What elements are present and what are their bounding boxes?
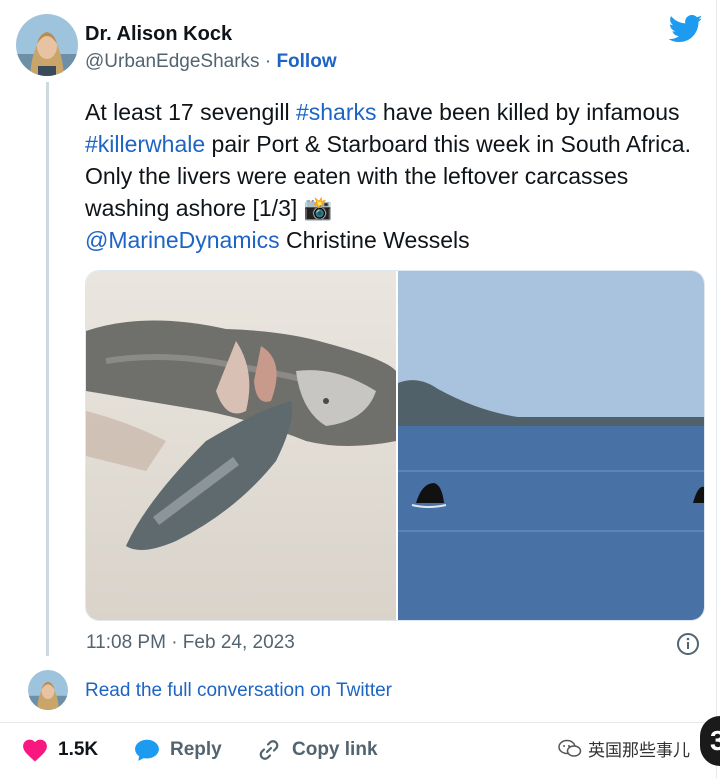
- heart-icon: [23, 739, 47, 762]
- copy-link-label: Copy link: [292, 739, 378, 760]
- info-icon[interactable]: [676, 632, 700, 656]
- copy-link-button[interactable]: Copy link: [256, 738, 378, 762]
- reply-bubble-icon: [135, 739, 159, 761]
- reply-label: Reply: [170, 739, 222, 760]
- hashtag-link[interactable]: #sharks: [296, 99, 377, 125]
- reader-avatar[interactable]: [28, 670, 68, 710]
- twitter-bird-icon[interactable]: [669, 14, 703, 44]
- like-count: 1.5K: [58, 739, 99, 760]
- reply-button[interactable]: Reply: [134, 738, 222, 762]
- tweet-media[interactable]: [85, 270, 705, 621]
- author-name[interactable]: Dr. Alison Kock: [85, 23, 232, 46]
- watermark-text: 英国那些事儿: [588, 741, 690, 760]
- tweet-text-part: Christine Wessels: [279, 227, 470, 253]
- hashtag-link[interactable]: #killerwhale: [85, 131, 205, 157]
- wechat-icon: [558, 739, 582, 757]
- divider: [0, 722, 716, 723]
- author-handle-row: @UrbanEdgeSharks · Follow: [85, 51, 337, 73]
- tweet-text-part: At least 17 sevengill: [85, 99, 296, 125]
- mention-link[interactable]: @MarineDynamics: [85, 227, 280, 253]
- read-conversation-link[interactable]: Read the full conversation on Twitter: [85, 680, 392, 702]
- orca-sea-photo[interactable]: [398, 271, 704, 620]
- wechat-watermark: 英国那些事儿: [558, 736, 690, 761]
- like-button[interactable]: 1.5K: [22, 738, 98, 762]
- thread-line: [46, 82, 49, 656]
- link-icon: [259, 740, 279, 760]
- shark-carcass-photo[interactable]: [86, 271, 396, 620]
- author-avatar[interactable]: [16, 14, 78, 76]
- author-handle[interactable]: @UrbanEdgeSharks: [85, 51, 260, 72]
- handle-separator: ·: [259, 51, 277, 72]
- tweet-timestamp[interactable]: 11:08 PM · Feb 24, 2023: [86, 632, 295, 654]
- camera-emoji: 📸: [303, 195, 333, 221]
- tweet-text-part: have been killed by infamous: [376, 99, 680, 125]
- follow-button[interactable]: Follow: [276, 51, 336, 72]
- tweet-text: At least 17 sevengill #sharks have been …: [85, 96, 705, 256]
- tweet-card: Dr. Alison Kock @UrbanEdgeSharks · Follo…: [0, 0, 720, 778]
